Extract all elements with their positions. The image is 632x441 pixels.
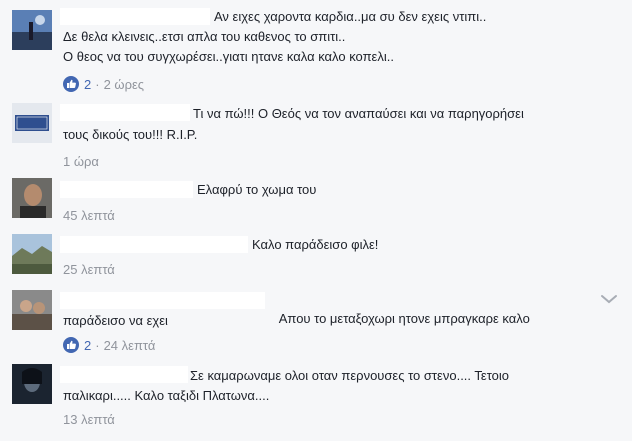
- comment-timestamp[interactable]: 13 λεπτά: [63, 412, 115, 427]
- commenter-name-redacted[interactable]: [60, 292, 265, 309]
- comment-text-line: Αν ειχες χαροντα καρδια..μα συ δεν εχεις…: [214, 9, 487, 24]
- comment-meta: 2 · 24 λεπτά: [63, 337, 155, 353]
- comment-timestamp[interactable]: 45 λεπτά: [63, 208, 115, 223]
- commenter-name-redacted[interactable]: [60, 8, 210, 25]
- comment-text-line: Σε καμαρωναμε ολοι οταν περνουσες το στε…: [190, 368, 510, 383]
- like-count[interactable]: 2: [84, 77, 91, 92]
- comment-timestamp[interactable]: 24 λεπτά: [104, 338, 156, 353]
- thumbs-up-icon[interactable]: [63, 76, 79, 92]
- comment-text-line: Ο θεος να του συγχωρέσει..γιατι ητανε κα…: [63, 49, 394, 64]
- like-count[interactable]: 2: [84, 338, 91, 353]
- avatar[interactable]: [12, 178, 52, 218]
- commenter-name-redacted[interactable]: [60, 181, 193, 198]
- comment-text-line: Απου το μεταξοχωρι ητονε μπραγκαρε καλο: [265, 292, 530, 346]
- avatar[interactable]: [12, 290, 52, 330]
- avatar[interactable]: [12, 10, 52, 50]
- separator-dot: ·: [95, 76, 100, 92]
- comment-meta: 45 λεπτά: [63, 208, 115, 223]
- comment-text-line: Καλο παράδεισο φιλε!: [252, 237, 379, 252]
- comment-timestamp[interactable]: 1 ώρα: [63, 154, 99, 169]
- comment-meta: 13 λεπτά: [63, 412, 115, 427]
- avatar[interactable]: [12, 234, 52, 274]
- separator-dot: ·: [95, 337, 100, 353]
- commenter-name-redacted[interactable]: [60, 236, 248, 253]
- comment-timestamp[interactable]: 25 λεπτά: [63, 262, 115, 277]
- comment-meta: 2 · 2 ώρες: [63, 76, 144, 92]
- avatar[interactable]: [12, 364, 52, 404]
- comment-text-line-1: Απου το μεταξοχωρι ητονε μπραγκαρε καλο: [278, 311, 530, 326]
- comment-text-line: παλικαρι..... Καλο ταξιδι Πλατωνα....: [63, 388, 270, 403]
- comment-timestamp[interactable]: 2 ώρες: [104, 77, 144, 92]
- comment-text-line: παράδεισο να εχει: [63, 313, 168, 328]
- comment-text-line: Δε θελα κλεινεις..ετσι απλα του καθενος …: [63, 29, 346, 44]
- avatar[interactable]: [12, 103, 52, 143]
- commenter-name-redacted[interactable]: [60, 104, 190, 121]
- comment-text-line: Ελαφρύ το χωμα του: [197, 182, 317, 197]
- comment-meta: 1 ώρα: [63, 154, 99, 169]
- commenter-name-redacted[interactable]: [60, 366, 188, 383]
- thumbs-up-icon[interactable]: [63, 337, 79, 353]
- comment-meta: 25 λεπτά: [63, 262, 115, 277]
- comment-text-line: Τι να πώ!!! Ο Θεός να τον αναπαύσει και …: [193, 106, 524, 121]
- comment-text-line: τους δικούς του!!! R.I.P.: [63, 127, 198, 142]
- chevron-down-icon[interactable]: [600, 292, 618, 304]
